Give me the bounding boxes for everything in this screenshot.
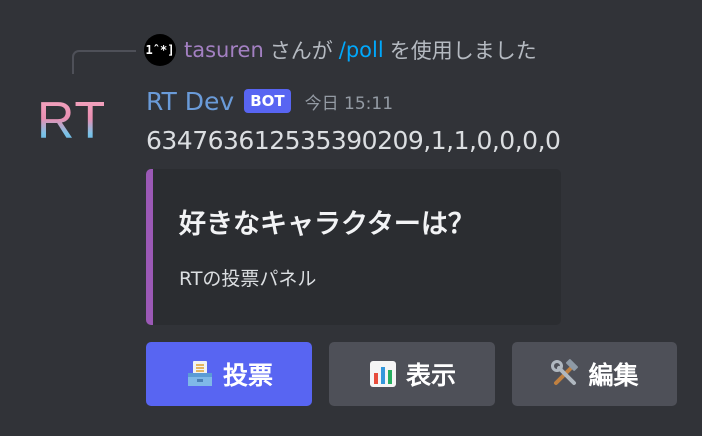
embed-title: 好きなキャラクターは？ bbox=[179, 209, 475, 240]
hammer-and-wrench-icon bbox=[550, 359, 580, 389]
embed-description: RTの投票パネル bbox=[179, 268, 317, 290]
show-button-label: 表示 bbox=[405, 361, 456, 390]
reply-avatar[interactable]: 1ˆ*] bbox=[144, 34, 176, 66]
bar-chart-icon bbox=[368, 359, 398, 389]
timestamp: 今日 15:11 bbox=[304, 93, 394, 114]
message-header: RT Dev BOT 今日 15:11 bbox=[146, 84, 393, 118]
vote-button-label: 投票 bbox=[222, 361, 273, 390]
bot-avatar[interactable]: RT bbox=[37, 92, 106, 150]
author-name[interactable]: RT Dev bbox=[146, 87, 234, 116]
reply-connector bbox=[72, 50, 136, 74]
reply-text-end: を使用しました bbox=[389, 39, 537, 63]
show-button[interactable]: 表示 bbox=[329, 342, 495, 406]
poll-embed: 好きなキャラクターは？ RTの投票パネル bbox=[146, 169, 561, 325]
message-content: 634763612535390209,1,1,0,0,0,0 bbox=[146, 126, 561, 155]
reply-context[interactable]: 1ˆ*] tasuren さんが/poll を使用しました bbox=[144, 34, 537, 66]
reply-command[interactable]: /poll bbox=[339, 38, 384, 62]
button-row: 投票 表示 編集 bbox=[146, 342, 677, 406]
edit-button-label: 編集 bbox=[588, 361, 639, 390]
reply-text: さんが bbox=[269, 39, 333, 63]
bot-badge: BOT bbox=[244, 89, 291, 113]
reply-username[interactable]: tasuren bbox=[184, 38, 264, 62]
ballot-box-icon bbox=[185, 359, 215, 389]
vote-button[interactable]: 投票 bbox=[146, 342, 312, 406]
edit-button[interactable]: 編集 bbox=[512, 342, 677, 406]
